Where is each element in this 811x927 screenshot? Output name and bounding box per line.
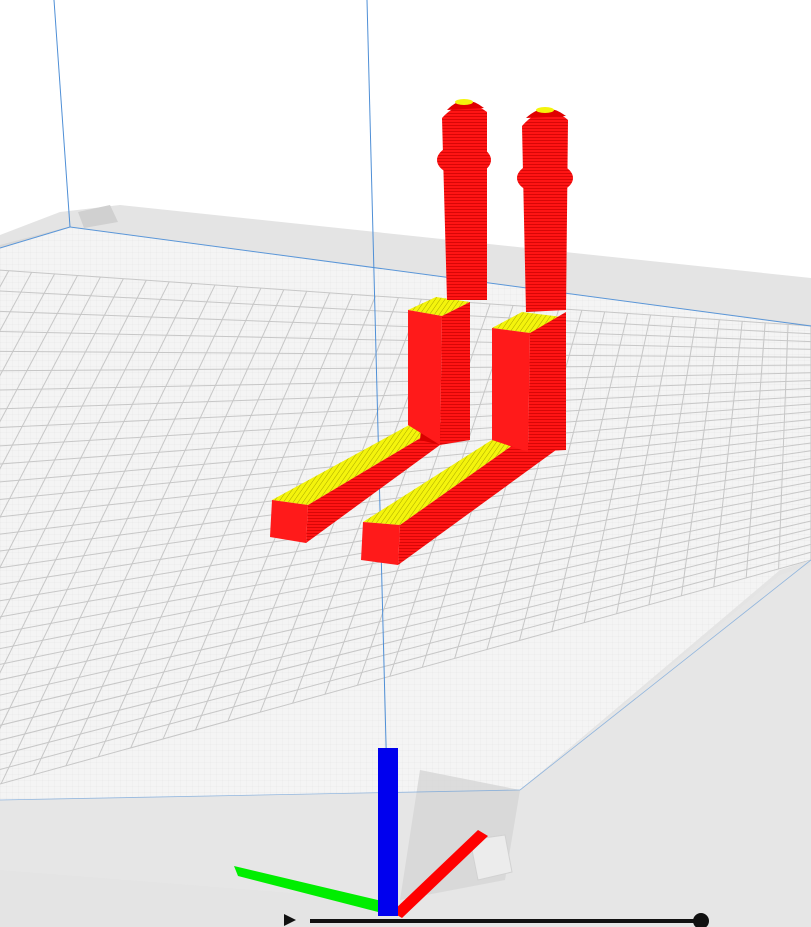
left-upright-side: [440, 302, 470, 445]
left-tube-top-infill: [455, 99, 473, 105]
left-tube: [442, 104, 487, 301]
left-upright-front: [408, 310, 442, 445]
left-tube-collar: [437, 144, 491, 176]
build-volume-line-left: [53, 0, 71, 228]
right-upright-side: [528, 312, 566, 452]
3d-viewport[interactable]: [0, 0, 811, 927]
right-arm-front: [361, 522, 400, 565]
right-tube: [522, 111, 568, 312]
right-tube-top-infill: [536, 107, 554, 113]
right-tube-collar: [517, 162, 573, 194]
right-upright-front: [492, 328, 530, 452]
layer-slider-track[interactable]: [310, 919, 702, 923]
left-arm-front: [270, 500, 308, 543]
layer-preview-scene[interactable]: [0, 0, 811, 927]
z-axis-arrow: [378, 748, 398, 916]
